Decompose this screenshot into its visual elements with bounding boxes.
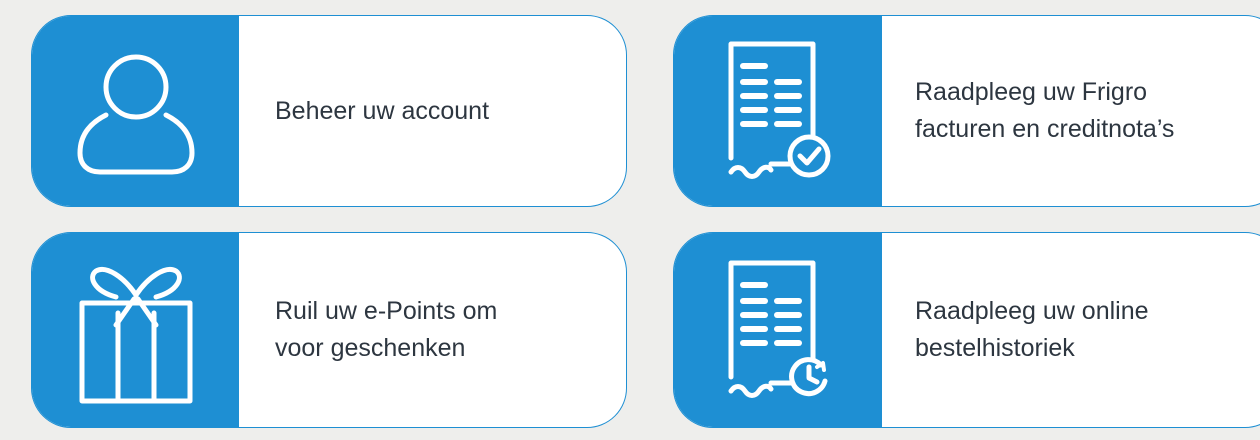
card-icon-panel	[674, 16, 882, 206]
order-history-icon	[728, 260, 828, 398]
invoice-check-icon	[728, 41, 831, 179]
card-icon-panel	[32, 233, 239, 427]
card-label: Raadpleeg uw Frigro facturen en creditno…	[915, 78, 1175, 143]
card-label: Beheer uw account	[275, 96, 490, 125]
card-label: Raadpleeg uw online bestelhistoriek	[915, 297, 1149, 362]
card-icon-panel	[674, 233, 882, 427]
card-label: Ruil uw e-Points om voor geschenken	[275, 297, 498, 362]
user-icon	[77, 54, 194, 175]
gift-icon	[79, 267, 192, 404]
manage-account-card[interactable]: Beheer uw account	[31, 15, 627, 207]
card-icon-panel	[32, 16, 239, 206]
order-history-card[interactable]: Raadpleeg uw online bestelhistoriek	[673, 232, 1260, 428]
invoices-credit-notes-card[interactable]: Raadpleeg uw Frigro facturen en creditno…	[673, 15, 1260, 207]
redeem-epoints-card[interactable]: Ruil uw e-Points om voor geschenken	[31, 232, 627, 428]
